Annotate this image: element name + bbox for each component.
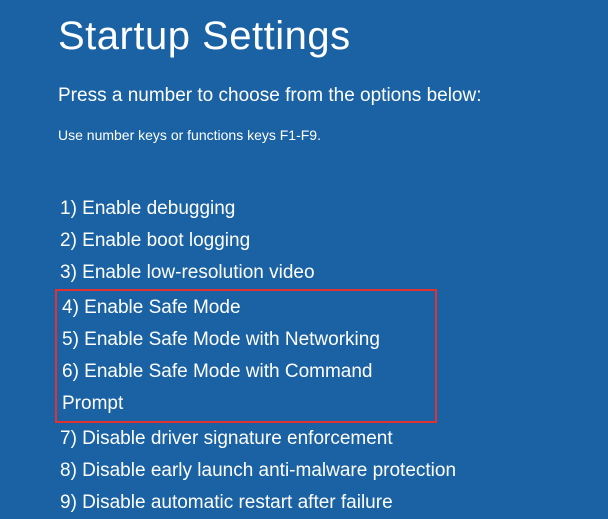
options-list: 1) Enable debugging 2) Enable boot loggi… — [58, 193, 608, 519]
option-9[interactable]: 9) Disable automatic restart after failu… — [58, 487, 608, 519]
option-3[interactable]: 3) Enable low-resolution video — [58, 257, 608, 289]
option-4[interactable]: 4) Enable Safe Mode — [60, 292, 435, 324]
option-7[interactable]: 7) Disable driver signature enforcement — [58, 423, 608, 455]
option-8[interactable]: 8) Disable early launch anti-malware pro… — [58, 455, 608, 487]
option-2[interactable]: 2) Enable boot logging — [58, 225, 608, 257]
subtitle: Press a number to choose from the option… — [58, 85, 608, 107]
option-5[interactable]: 5) Enable Safe Mode with Networking — [60, 324, 435, 356]
highlight-box: 4) Enable Safe Mode 5) Enable Safe Mode … — [55, 289, 437, 423]
page-title: Startup Settings — [58, 14, 608, 59]
option-6[interactable]: 6) Enable Safe Mode with Command Prompt — [60, 356, 435, 420]
option-1[interactable]: 1) Enable debugging — [58, 193, 608, 225]
hint-text: Use number keys or functions keys F1-F9. — [58, 127, 608, 143]
